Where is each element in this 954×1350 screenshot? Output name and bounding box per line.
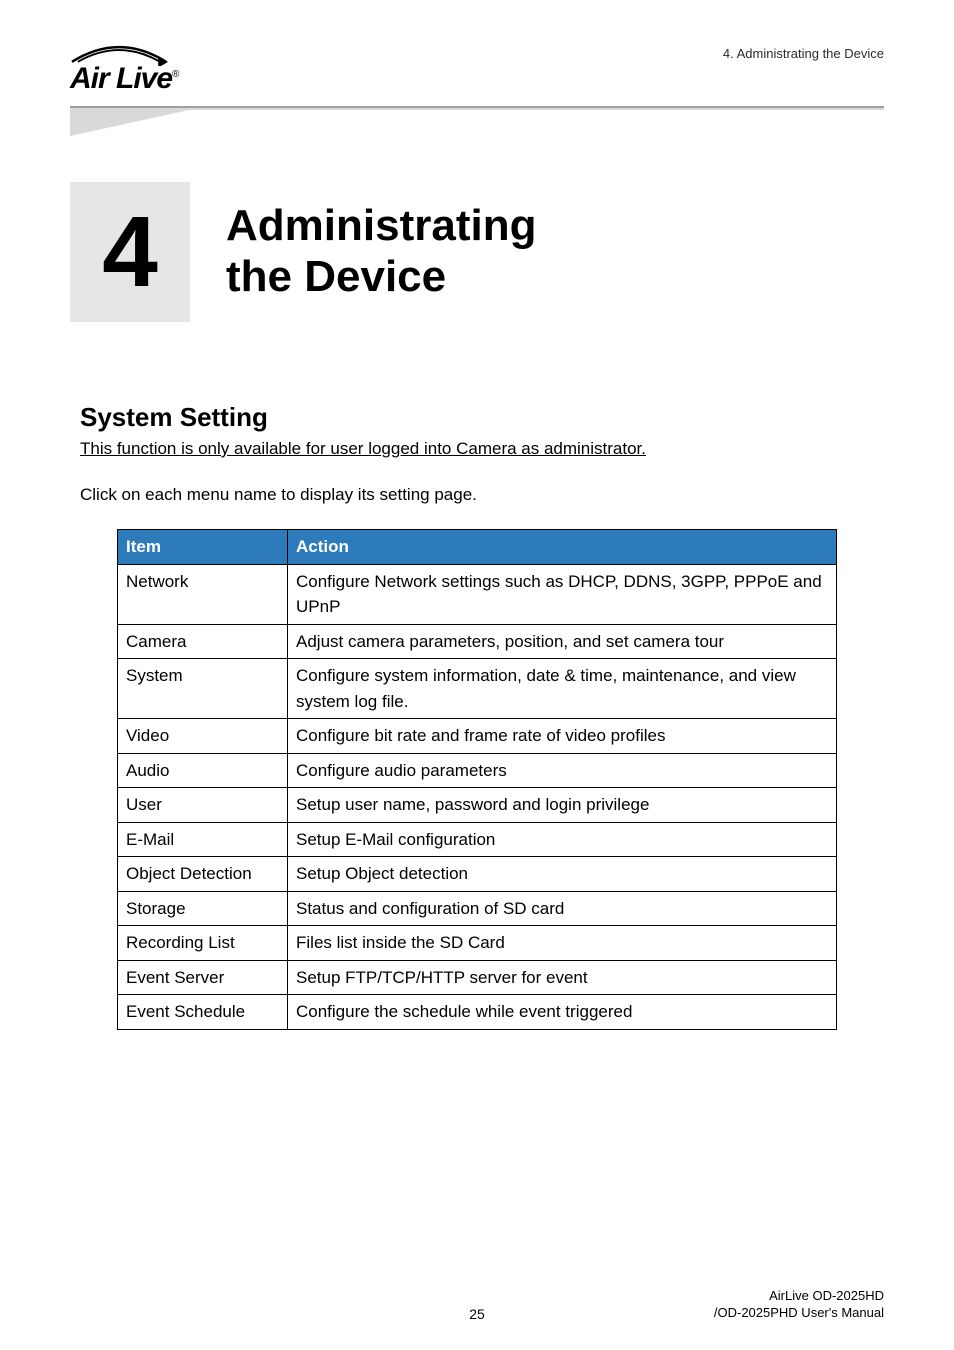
table-row: Camera Adjust camera parameters, positio… <box>118 624 837 659</box>
cell-action: Adjust camera parameters, position, and … <box>288 624 837 659</box>
section-intro-underline: This function is only available for user… <box>80 439 884 459</box>
table-row: System Configure system information, dat… <box>118 659 837 719</box>
chapter-header: 4 Administrating the Device <box>70 182 884 322</box>
footer-right-line1: AirLive OD-2025HD <box>769 1288 884 1303</box>
header-row: Air Live® 4. Administrating the Device <box>70 40 884 96</box>
table-row: Audio Configure audio parameters <box>118 753 837 788</box>
cell-action: Setup user name, password and login priv… <box>288 788 837 823</box>
header-divider <box>70 106 884 136</box>
cell-item: Network <box>118 564 288 624</box>
section-intro-plain: Click on each menu name to display its s… <box>80 485 884 505</box>
chapter-number: 4 <box>102 195 158 310</box>
section-title: System Setting <box>80 402 884 433</box>
table-row: Video Configure bit rate and frame rate … <box>118 719 837 754</box>
footer-right-line2: /OD-2025PHD User's Manual <box>714 1305 884 1320</box>
table-row: User Setup user name, password and login… <box>118 788 837 823</box>
logo: Air Live® <box>70 40 178 96</box>
chapter-number-box: 4 <box>70 182 190 322</box>
cell-action: Configure bit rate and frame rate of vid… <box>288 719 837 754</box>
cell-action: Setup E-Mail configuration <box>288 822 837 857</box>
cell-action: Files list inside the SD Card <box>288 926 837 961</box>
footer-right: AirLive OD-2025HD /OD-2025PHD User's Man… <box>714 1287 884 1322</box>
table-head-item: Item <box>118 530 288 565</box>
page-footer: 25 AirLive OD-2025HD /OD-2025PHD User's … <box>0 1306 954 1322</box>
cell-action: Configure system information, date & tim… <box>288 659 837 719</box>
chapter-title-line2: the Device <box>226 252 446 301</box>
breadcrumb: 4. Administrating the Device <box>723 46 884 61</box>
table-row: Event Schedule Configure the schedule wh… <box>118 995 837 1030</box>
cell-item: Event Server <box>118 960 288 995</box>
cell-item: Object Detection <box>118 857 288 892</box>
cell-action: Configure audio parameters <box>288 753 837 788</box>
cell-item: User <box>118 788 288 823</box>
cell-action: Status and configuration of SD card <box>288 891 837 926</box>
chapter-title: Administrating the Device <box>226 201 536 302</box>
cell-action: Configure the schedule while event trigg… <box>288 995 837 1030</box>
table-row: Event Server Setup FTP/TCP/HTTP server f… <box>118 960 837 995</box>
cell-item: Storage <box>118 891 288 926</box>
chapter-title-line1: Administrating <box>226 201 536 250</box>
logo-text: Air Live® <box>70 62 178 96</box>
cell-item: E-Mail <box>118 822 288 857</box>
logo-registered: ® <box>172 69 178 80</box>
cell-action: Setup FTP/TCP/HTTP server for event <box>288 960 837 995</box>
table-row: Recording List Files list inside the SD … <box>118 926 837 961</box>
logo-text-main: Air Live <box>70 62 172 95</box>
table-row: Object Detection Setup Object detection <box>118 857 837 892</box>
cell-item: System <box>118 659 288 719</box>
cell-item: Audio <box>118 753 288 788</box>
table-row: E-Mail Setup E-Mail configuration <box>118 822 837 857</box>
cell-item: Video <box>118 719 288 754</box>
settings-table: Item Action Network Configure Network se… <box>117 529 837 1030</box>
cell-action: Configure Network settings such as DHCP,… <box>288 564 837 624</box>
cell-item: Recording List <box>118 926 288 961</box>
table-row: Storage Status and configuration of SD c… <box>118 891 837 926</box>
table-row: Network Configure Network settings such … <box>118 564 837 624</box>
page-root: Air Live® 4. Administrating the Device 4… <box>0 0 954 1350</box>
table-head-action: Action <box>288 530 837 565</box>
cell-item: Event Schedule <box>118 995 288 1030</box>
table-header-row: Item Action <box>118 530 837 565</box>
cell-action: Setup Object detection <box>288 857 837 892</box>
cell-item: Camera <box>118 624 288 659</box>
